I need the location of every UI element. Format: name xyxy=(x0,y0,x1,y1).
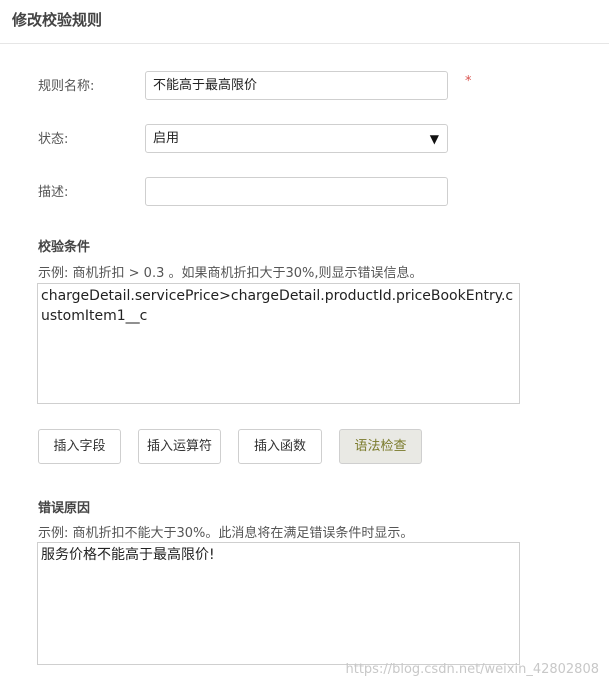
condition-example: 示例: 商机折扣 > 0.3 。如果商机折扣大于30%,则显示错误信息。 xyxy=(38,266,423,281)
error-example: 示例: 商机折扣不能大于30%。此消息将在满足错误条件时显示。 xyxy=(38,526,414,541)
error-section-title: 错误原因 xyxy=(38,501,91,516)
description-input[interactable] xyxy=(145,177,448,206)
watermark: https://blog.csdn.net/weixin_42802808 xyxy=(345,662,599,677)
page-header: 修改校验规则 xyxy=(0,0,609,44)
insert-field-button[interactable]: 插入字段 xyxy=(38,429,121,464)
insert-operator-button[interactable]: 插入运算符 xyxy=(138,429,221,464)
status-label: 状态: xyxy=(38,132,69,147)
status-select[interactable]: 启用 ▼ xyxy=(145,124,448,153)
syntax-check-button[interactable]: 语法检查 xyxy=(339,429,422,464)
condition-textarea[interactable]: chargeDetail.servicePrice>chargeDetail.p… xyxy=(37,283,520,404)
condition-section-title: 校验条件 xyxy=(38,240,91,255)
chevron-down-icon: ▼ xyxy=(429,132,439,146)
required-mark: * xyxy=(465,74,472,89)
insert-function-button[interactable]: 插入函数 xyxy=(238,429,322,464)
rule-name-input[interactable]: 不能高于最高限价 xyxy=(145,71,448,100)
description-label: 描述: xyxy=(38,185,69,200)
status-selected-value: 启用 xyxy=(153,131,180,146)
error-message-textarea[interactable]: 服务价格不能高于最高限价! xyxy=(37,542,520,665)
page-title: 修改校验规则 xyxy=(12,11,103,29)
rule-name-label: 规则名称: xyxy=(38,79,95,94)
